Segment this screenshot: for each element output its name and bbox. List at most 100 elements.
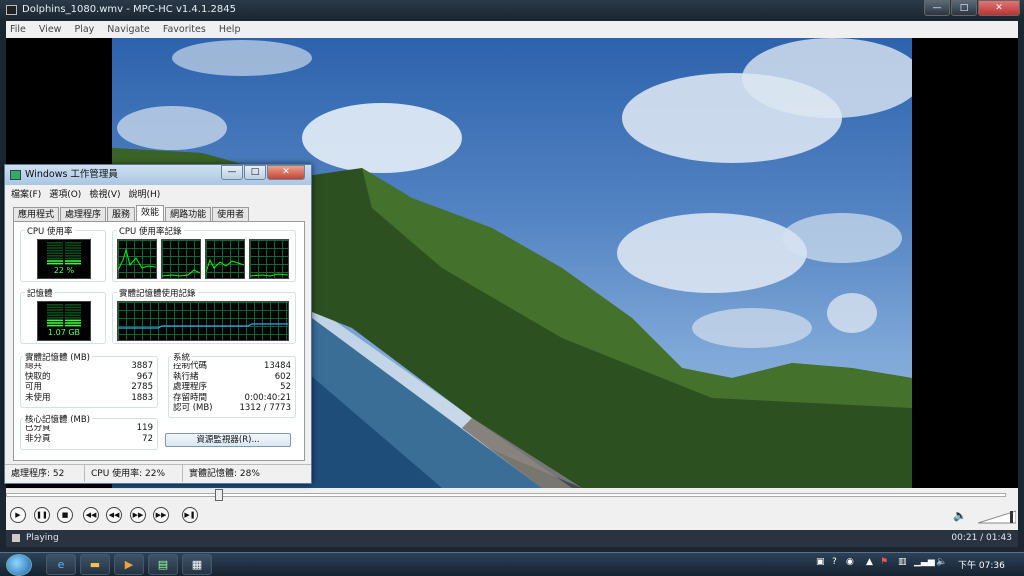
- tray-network-icon[interactable]: ▣: [816, 557, 825, 567]
- memory-gauge-segment: [47, 311, 63, 314]
- stat-row: 存留時間 0:00:40:21: [173, 393, 291, 404]
- stat-key: 未使用: [25, 392, 51, 403]
- tray-expand-icon[interactable]: ▲: [866, 557, 873, 567]
- stat-value: 13484: [263, 361, 291, 371]
- memory-gauge-segment: [47, 309, 63, 311]
- player-window-controls: — □ ✕: [923, 0, 1020, 16]
- stat-row: 可用 2785: [25, 382, 153, 393]
- tm-menu-file[interactable]: 檔案(F): [11, 187, 41, 200]
- memory-gauge: 1.07 GB: [37, 301, 91, 341]
- cpu-gauge-segment: [65, 260, 81, 262]
- stat-value: 119: [136, 423, 153, 433]
- previous-button[interactable]: ◀◀: [83, 507, 99, 523]
- stat-value: 72: [142, 433, 153, 444]
- rewind-button[interactable]: ◀◀: [106, 507, 122, 523]
- forward-button[interactable]: ▶▶: [130, 507, 146, 523]
- menu-favorites[interactable]: Favorites: [163, 24, 206, 35]
- physical-memory-label: 實體記憶體 (MB): [23, 351, 92, 363]
- tab-networking[interactable]: 網路功能: [165, 207, 212, 221]
- taskmgr-taskbar-icon[interactable]: ▤: [148, 554, 178, 575]
- kernel-memory-group: 核心記憶體 (MB) 已分頁 119 非分頁 72: [20, 413, 158, 450]
- close-button[interactable]: ✕: [978, 0, 1020, 16]
- tray-flag-icon[interactable]: ⚑: [880, 557, 888, 567]
- play-button[interactable]: ▶: [10, 507, 26, 523]
- stat-value: 52: [280, 382, 291, 392]
- cpu-gauge-segment: [47, 244, 63, 247]
- pause-button[interactable]: ❚❚: [34, 507, 50, 523]
- stat-value: 602: [274, 371, 291, 382]
- system-label: 系統: [171, 351, 193, 363]
- stat-key: 處理程序: [173, 382, 208, 392]
- start-button[interactable]: [6, 554, 32, 576]
- cpu-gauge-segment: [65, 247, 81, 249]
- tm-menu-view[interactable]: 檢視(V): [89, 187, 120, 200]
- tray-device-icon[interactable]: ▥: [898, 557, 907, 567]
- status-memory: 實體記憶體: 28%: [189, 469, 260, 479]
- performance-panel: CPU 使用率 22 % CPU 使用率記錄 記憶體 1.07 GB 實體記憶體…: [13, 221, 305, 461]
- tm-minimize-button[interactable]: —: [221, 165, 243, 180]
- cpu-gauge-segment: [65, 257, 81, 260]
- cpu-gauge-segment: [65, 244, 81, 247]
- tray-signal-icon[interactable]: ▁▃▅: [914, 557, 935, 567]
- maximize-button[interactable]: □: [951, 0, 977, 16]
- memory-history-graph: [117, 301, 289, 341]
- tm-menu-options[interactable]: 選項(O): [49, 187, 81, 200]
- tray-app-icon[interactable]: ◉: [846, 557, 854, 567]
- player-title: Dolphins_1080.wmv - MPC-HC v1.4.1.2845: [22, 4, 236, 15]
- explorer-taskbar-icon[interactable]: ▬: [80, 554, 110, 575]
- player-titlebar[interactable]: Dolphins_1080.wmv - MPC-HC v1.4.1.2845 —…: [0, 0, 1024, 20]
- menu-file[interactable]: File: [10, 24, 26, 35]
- tray-help-icon[interactable]: ?: [832, 557, 837, 567]
- mpc-taskbar-icon[interactable]: ▦: [182, 554, 212, 575]
- tm-close-button[interactable]: ✕: [267, 165, 305, 180]
- tm-menu-help[interactable]: 說明(H): [129, 187, 161, 200]
- tab-services[interactable]: 服務: [107, 207, 136, 221]
- tab-performance[interactable]: 效能: [136, 205, 165, 221]
- task-manager-titlebar[interactable]: Windows 工作管理員 — □ ✕: [5, 165, 311, 185]
- tray-volume-icon[interactable]: 🔈: [936, 557, 947, 567]
- memory-label: 記憶體: [25, 287, 55, 299]
- volume-icon[interactable]: 🔈: [953, 509, 967, 522]
- task-manager-menubar: 檔案(F) 選項(O) 檢視(V) 說明(H): [11, 186, 307, 200]
- next-button[interactable]: ▶▶: [153, 507, 169, 523]
- menu-navigate[interactable]: Navigate: [107, 24, 150, 35]
- mpc-app-icon: [6, 5, 17, 15]
- tab-applications[interactable]: 應用程式: [13, 207, 60, 221]
- resource-monitor-button[interactable]: 資源監視器(R)...: [165, 433, 291, 447]
- tab-users[interactable]: 使用者: [212, 207, 250, 221]
- tm-maximize-button[interactable]: □: [244, 165, 266, 180]
- status-play-icon: [12, 534, 20, 542]
- stat-row: 快取的 967: [25, 372, 153, 383]
- tab-processes[interactable]: 處理程序: [60, 207, 107, 221]
- memory-gauge-segment: [65, 317, 81, 319]
- ie-taskbar-icon[interactable]: e: [46, 554, 76, 575]
- status-processes: 處理程序: 52: [5, 465, 85, 482]
- player-statusbar: Playing 00:21 / 01:43: [6, 530, 1018, 547]
- stat-row: 執行緒 602: [173, 372, 291, 383]
- memory-gauge-segment: [65, 304, 81, 306]
- taskbar: e ▬ ▶ ▤ ▦ ▣ ? ◉ ▲ ⚑ ▥ ▁▃▅ 🔈 下午 07:36: [0, 552, 1024, 576]
- memory-gauge-segment: [47, 304, 63, 306]
- seek-bar[interactable]: [6, 489, 1006, 501]
- media-taskbar-icon[interactable]: ▶: [114, 554, 144, 575]
- menu-help[interactable]: Help: [219, 24, 241, 35]
- menu-play[interactable]: Play: [74, 24, 94, 35]
- cpu-gauge-segment: [47, 247, 63, 249]
- cpu-history-group: CPU 使用率記錄: [112, 225, 296, 282]
- stat-key: 執行緒: [173, 371, 199, 382]
- minimize-button[interactable]: —: [924, 0, 950, 16]
- seek-thumb[interactable]: [215, 489, 223, 501]
- time-readout: 00:21 / 01:43: [951, 533, 1012, 543]
- memory-gauge-segment: [65, 306, 81, 309]
- volume-slider[interactable]: [978, 510, 1016, 524]
- stat-row: 處理程序 52: [173, 382, 291, 393]
- stat-row: 未使用 1883: [25, 393, 153, 404]
- stat-value: 3887: [131, 361, 153, 371]
- stat-key: 非分頁: [25, 433, 51, 444]
- stop-button[interactable]: ■: [57, 507, 73, 523]
- stat-value: 967: [136, 371, 153, 382]
- taskbar-clock[interactable]: 下午 07:36: [958, 558, 1005, 571]
- menu-view[interactable]: View: [39, 24, 62, 35]
- stat-value: 2785: [131, 382, 153, 392]
- frame-step-button[interactable]: ▶❚: [182, 507, 198, 523]
